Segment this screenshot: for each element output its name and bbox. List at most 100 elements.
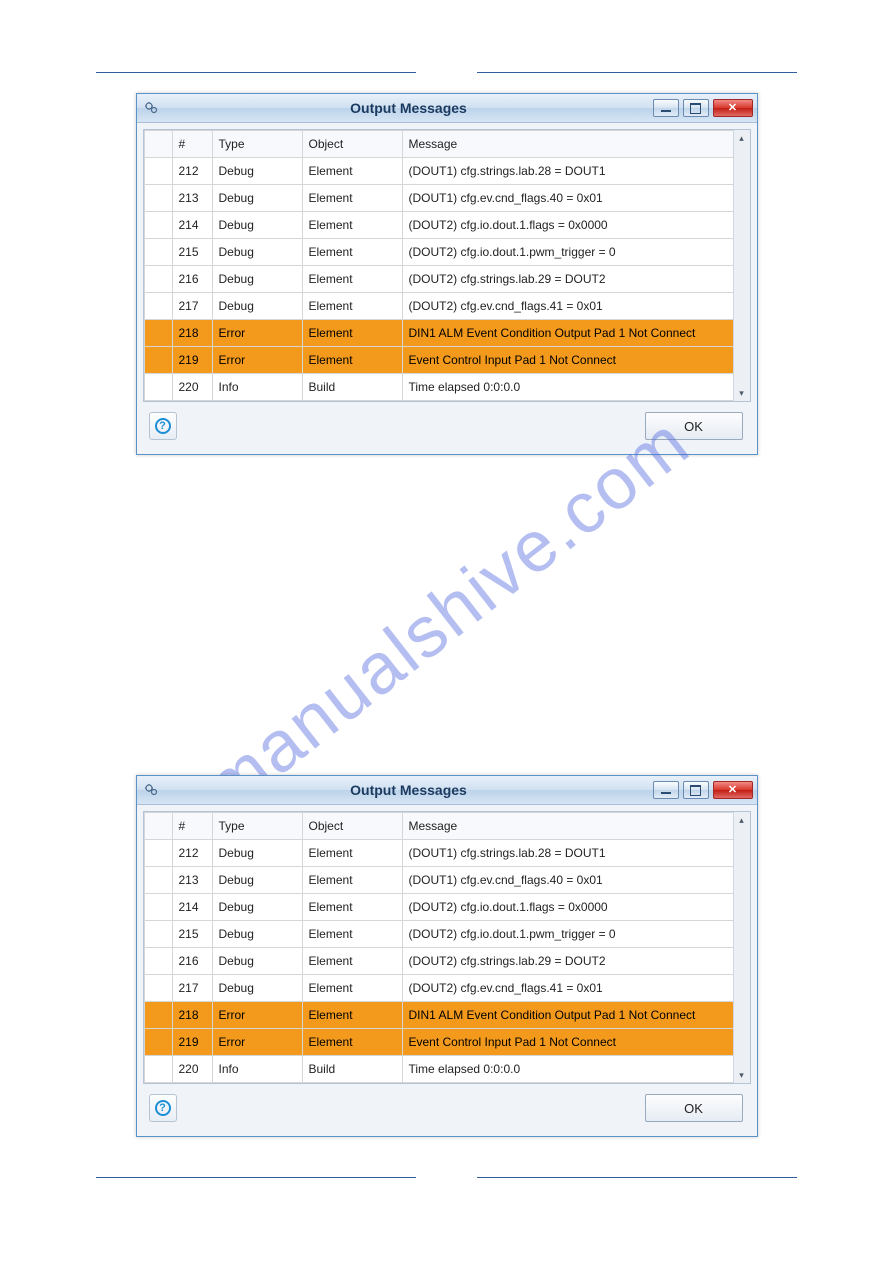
cell-message: Event Control Input Pad 1 Not Connect: [402, 347, 733, 374]
table-row[interactable]: 219ErrorElementEvent Control Input Pad 1…: [144, 1029, 733, 1056]
maximize-button[interactable]: [683, 781, 709, 799]
dialog-body: # Type Object Message 212DebugElement(DO…: [137, 123, 757, 454]
table-row[interactable]: 220InfoBuildTime elapsed 0:0:0.0: [144, 1056, 733, 1083]
cell-type: Debug: [212, 212, 302, 239]
cell-blank: [144, 185, 172, 212]
table-row[interactable]: 217DebugElement(DOUT2) cfg.ev.cnd_flags.…: [144, 293, 733, 320]
cell-message: Time elapsed 0:0:0.0: [402, 1056, 733, 1083]
help-button[interactable]: ?: [149, 1094, 177, 1122]
col-type[interactable]: Type: [212, 131, 302, 158]
cell-blank: [144, 212, 172, 239]
cell-blank: [144, 1056, 172, 1083]
cell-message: (DOUT1) cfg.strings.lab.28 = DOUT1: [402, 158, 733, 185]
table-row[interactable]: 213DebugElement(DOUT1) cfg.ev.cnd_flags.…: [144, 867, 733, 894]
cell-blank: [144, 239, 172, 266]
table-row[interactable]: 213DebugElement(DOUT1) cfg.ev.cnd_flags.…: [144, 185, 733, 212]
cell-object: Element: [302, 239, 402, 266]
cell-num: 219: [172, 1029, 212, 1056]
cell-type: Debug: [212, 867, 302, 894]
table-row[interactable]: 217DebugElement(DOUT2) cfg.ev.cnd_flags.…: [144, 975, 733, 1002]
messages-tbody-0: 212DebugElement(DOUT1) cfg.strings.lab.2…: [144, 158, 733, 401]
scroll-up-icon[interactable]: ▴: [734, 130, 750, 146]
cell-message: (DOUT1) cfg.strings.lab.28 = DOUT1: [402, 840, 733, 867]
cell-message: Event Control Input Pad 1 Not Connect: [402, 1029, 733, 1056]
cell-num: 212: [172, 158, 212, 185]
table-row[interactable]: 220InfoBuildTime elapsed 0:0:0.0: [144, 374, 733, 401]
window-controls: ✕: [653, 781, 757, 799]
scroll-down-icon[interactable]: ▾: [734, 385, 750, 401]
divider: [96, 1177, 416, 1178]
table-row[interactable]: 216DebugElement(DOUT2) cfg.strings.lab.2…: [144, 266, 733, 293]
table-row[interactable]: 215DebugElement(DOUT2) cfg.io.dout.1.pwm…: [144, 239, 733, 266]
col-type[interactable]: Type: [212, 813, 302, 840]
ok-button[interactable]: OK: [645, 1094, 743, 1122]
table-row[interactable]: 219ErrorElementEvent Control Input Pad 1…: [144, 347, 733, 374]
col-blank[interactable]: [144, 813, 172, 840]
table-row[interactable]: 214DebugElement(DOUT2) cfg.io.dout.1.fla…: [144, 212, 733, 239]
scroll-down-icon[interactable]: ▾: [734, 1067, 750, 1083]
titlebar[interactable]: Output Messages ✕: [137, 94, 757, 123]
output-messages-dialog: Output Messages ✕: [136, 93, 758, 455]
vertical-scrollbar[interactable]: ▴ ▾: [733, 812, 750, 1083]
table-row[interactable]: 214DebugElement(DOUT2) cfg.io.dout.1.fla…: [144, 894, 733, 921]
minimize-button[interactable]: [653, 781, 679, 799]
table-row[interactable]: 215DebugElement(DOUT2) cfg.io.dout.1.pwm…: [144, 921, 733, 948]
table-row[interactable]: 218ErrorElementDIN1 ALM Event Condition …: [144, 320, 733, 347]
table-header-row: # Type Object Message: [144, 131, 733, 158]
cell-blank: [144, 158, 172, 185]
cell-object: Element: [302, 975, 402, 1002]
cell-object: Build: [302, 1056, 402, 1083]
cell-type: Error: [212, 1029, 302, 1056]
ok-button-label: OK: [684, 1101, 703, 1116]
table-row[interactable]: 212DebugElement(DOUT1) cfg.strings.lab.2…: [144, 840, 733, 867]
table-row[interactable]: 216DebugElement(DOUT2) cfg.strings.lab.2…: [144, 948, 733, 975]
cell-message: (DOUT2) cfg.io.dout.1.pwm_trigger = 0: [402, 239, 733, 266]
table-header-row: # Type Object Message: [144, 813, 733, 840]
vertical-scrollbar[interactable]: ▴ ▾: [733, 130, 750, 401]
cell-blank: [144, 320, 172, 347]
help-button[interactable]: ?: [149, 412, 177, 440]
top-rule-pair: [0, 0, 893, 93]
cell-type: Info: [212, 374, 302, 401]
dialog-footer: ? OK: [143, 1084, 751, 1130]
messages-table-wrap: # Type Object Message 212DebugElement(DO…: [143, 129, 751, 402]
maximize-button[interactable]: [683, 99, 709, 117]
cell-type: Error: [212, 320, 302, 347]
titlebar[interactable]: Output Messages ✕: [137, 776, 757, 805]
scroll-up-icon[interactable]: ▴: [734, 812, 750, 828]
cell-num: 212: [172, 840, 212, 867]
messages-tbody-1: 212Debug Element (DOUT1) cfg.strings.lab.2…: [144, 840, 733, 1083]
cell-blank: [144, 840, 172, 867]
minimize-button[interactable]: [653, 99, 679, 117]
messages-table: # Type Object Message 212DebugElement(DO…: [144, 812, 734, 1083]
spacer: manualshive.com: [0, 455, 893, 775]
cell-object: Element: [302, 948, 402, 975]
cell-object: Element: [302, 266, 402, 293]
cell-object: Element: [302, 347, 402, 374]
close-button[interactable]: ✕: [713, 99, 753, 117]
col-message[interactable]: Message: [402, 131, 733, 158]
dialog-title: Output Messages: [165, 100, 653, 116]
cell-num: 218: [172, 1002, 212, 1029]
col-message[interactable]: Message: [402, 813, 733, 840]
table-row[interactable]: 212DebugElement(DOUT1) cfg.strings.lab.2…: [144, 158, 733, 185]
col-blank[interactable]: [144, 131, 172, 158]
cell-type: Debug: [212, 158, 302, 185]
col-num[interactable]: #: [172, 813, 212, 840]
maximize-icon: [690, 103, 701, 114]
messages-table: # Type Object Message 212DebugElement(DO…: [144, 130, 734, 401]
ok-button[interactable]: OK: [645, 412, 743, 440]
col-object[interactable]: Object: [302, 813, 402, 840]
cell-object: Element: [302, 185, 402, 212]
cell-message: (DOUT2) cfg.io.dout.1.flags = 0x0000: [402, 894, 733, 921]
col-object[interactable]: Object: [302, 131, 402, 158]
cell-blank: [144, 1002, 172, 1029]
table-row[interactable]: 218ErrorElementDIN1 ALM Event Condition …: [144, 1002, 733, 1029]
dialog-title: Output Messages: [165, 782, 653, 798]
close-button[interactable]: ✕: [713, 781, 753, 799]
col-num[interactable]: #: [172, 131, 212, 158]
cell-num: 214: [172, 212, 212, 239]
cell-blank: [144, 867, 172, 894]
cell-blank: [144, 975, 172, 1002]
cell-type: Debug: [212, 840, 302, 867]
